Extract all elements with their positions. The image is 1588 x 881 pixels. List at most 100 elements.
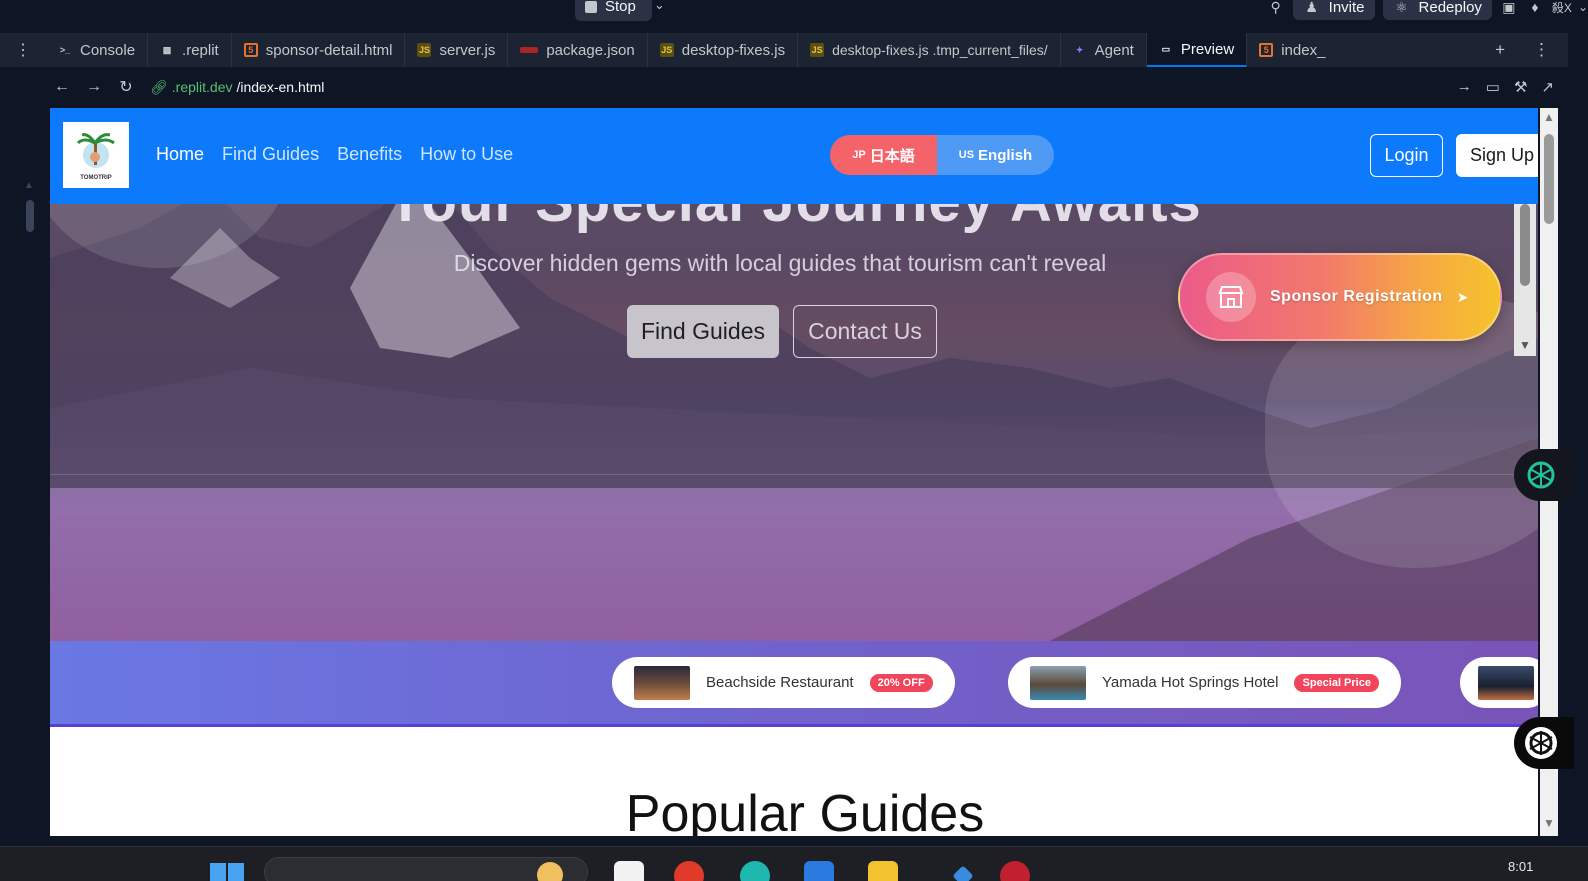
deploy-icon: ⚛ (1395, 0, 1408, 15)
stop-button[interactable]: Stop (575, 0, 652, 21)
nav-benefits[interactable]: Benefits (337, 144, 402, 165)
contact-us-button[interactable]: Contact Us (793, 305, 937, 358)
redeploy-button[interactable]: ⚛ Redeploy (1382, 0, 1492, 20)
deploy-status-icon[interactable]: ▣ (1500, 0, 1518, 16)
tab-desktop-fixes-tmp[interactable]: JS desktop-fixes.js .tmp_current_files/ (798, 33, 1061, 67)
search-icon[interactable]: ⚲ (1267, 0, 1285, 16)
taskbar-app-icon[interactable] (804, 861, 834, 881)
agent-icon: ✦ (1075, 44, 1084, 55)
assistant-floating-button[interactable] (1514, 717, 1574, 769)
reload-icon[interactable]: ↻ (110, 77, 142, 97)
scroll-up-icon[interactable]: ▲ (24, 180, 34, 191)
popular-guides-heading: Popular Guides (625, 785, 985, 836)
stop-icon (585, 0, 597, 13)
inner-scrollbar-thumb[interactable] (1520, 204, 1530, 286)
devices-icon[interactable]: ▭ (1486, 78, 1500, 96)
tab-desktop-fixes[interactable]: JS desktop-fixes.js (648, 33, 799, 67)
deal-card[interactable] (1460, 657, 1538, 708)
tabs-menu-icon[interactable]: ⋮ (0, 33, 46, 67)
js-icon: JS (810, 43, 825, 57)
deal-card[interactable]: Beachside Restaurant 20% OFF (612, 657, 955, 708)
tab-agent[interactable]: ✦ Agent (1061, 33, 1147, 67)
url-field[interactable]: 🔗︎ .replit.dev/index-en.html (150, 79, 324, 96)
stop-label: Stop (605, 0, 636, 15)
tab-server-js[interactable]: JS server.js (405, 33, 509, 67)
add-tab-icon[interactable]: + (1495, 40, 1505, 60)
chevron-down-icon: ⌄ (1577, 0, 1588, 14)
html-icon: 5 (1259, 43, 1274, 57)
windows-start-icon[interactable] (210, 863, 244, 881)
tab-replit[interactable]: ▩ .replit (148, 33, 232, 67)
signup-button[interactable]: Sign Up (1456, 134, 1538, 177)
deal-badge: Special Price (1294, 673, 1379, 692)
tab-preview[interactable]: ▭ Preview (1146, 33, 1248, 67)
monitor-icon: ▭ (1161, 43, 1171, 54)
taskbar-app-icon[interactable] (614, 861, 644, 881)
add-user-icon: ♟ (1305, 0, 1318, 15)
scroll-down-icon[interactable]: ▼ (1519, 338, 1531, 352)
go-icon[interactable]: → (1457, 78, 1472, 96)
url-path: /index-en.html (236, 79, 325, 95)
tab-console[interactable]: >_ Console (46, 33, 149, 67)
language-switcher: JP 日本語 US English (830, 135, 1054, 175)
taskbar-app-icon[interactable] (740, 861, 770, 881)
taskbar-clock: 8:01 (1508, 859, 1534, 874)
search-highlight-icon (537, 862, 563, 881)
main-nav: Home Find Guides Benefits How to Use (156, 144, 513, 165)
preview-scrollbar-thumb[interactable] (1544, 134, 1554, 224)
url-host: .replit.dev (171, 79, 233, 95)
tomotrip-logo[interactable]: TOMOTRIP (63, 122, 129, 188)
redeploy-label: Redeploy (1418, 0, 1482, 16)
deal-badge: 20% OFF (869, 673, 933, 692)
logo-text: TOMOTRIP (80, 175, 112, 181)
nav-home[interactable]: Home (156, 144, 204, 165)
store-icon (1206, 272, 1256, 322)
jp-flag: JP (852, 149, 866, 161)
tab-package-json[interactable]: package.json (508, 33, 648, 67)
folder-icon[interactable] (868, 861, 898, 881)
inner-scrollbar[interactable]: ▼ (1514, 204, 1536, 356)
back-icon[interactable]: ← (46, 78, 78, 96)
taskbar-search[interactable] (264, 857, 588, 881)
lang-japanese-button[interactable]: JP 日本語 (830, 135, 937, 175)
deal-card[interactable]: Yamada Hot Springs Hotel Special Price (1008, 657, 1401, 708)
lang-english-button[interactable]: US English (937, 135, 1054, 175)
forward-icon[interactable]: → (78, 78, 110, 96)
avatar[interactable]: 殺X ⌄ (1552, 0, 1588, 16)
more-icon[interactable]: ⋮ (1533, 40, 1550, 60)
taskbar-app-icon[interactable] (674, 861, 704, 881)
open-external-icon[interactable]: ↗ (1541, 78, 1554, 96)
nav-how-to-use[interactable]: How to Use (420, 144, 513, 165)
devtools-icon[interactable]: ⚒ (1514, 78, 1527, 96)
json-icon (520, 47, 539, 53)
hotel-thumbnail (1030, 665, 1086, 700)
workspace-header: Stop ⌄ ⚲ ♟ Invite ⚛ Redeploy ▣ ♦ 殺X ⌄ (0, 0, 1588, 22)
sponsor-label: Sponsor Registration (1270, 288, 1443, 305)
chatgpt-floating-button[interactable] (1514, 449, 1574, 501)
scroll-down-icon[interactable]: ▼ (1543, 816, 1555, 830)
preview-frame: Your Special Journey Awaits Discover hid… (50, 108, 1538, 836)
restaurant-thumbnail (634, 665, 690, 700)
scroll-up-icon[interactable]: ▲ (1543, 110, 1555, 124)
config-icon: ▩ (162, 44, 172, 55)
invite-button[interactable]: ♟ Invite (1292, 0, 1375, 20)
taskbar-app-icon[interactable] (952, 865, 974, 881)
preview-url-bar: ← → ↻ 🔗︎ .replit.dev/index-en.html → ▭ ⚒… (46, 70, 1568, 104)
sidebar-scrollbar[interactable] (26, 200, 34, 232)
deal-name: Beachside Restaurant (706, 674, 854, 691)
header-actions: ⚲ ♟ Invite ⚛ Redeploy ▣ ♦ 殺X ⌄ (1267, 0, 1588, 20)
login-button[interactable]: Login (1370, 134, 1443, 177)
deal-thumbnail (1478, 665, 1534, 700)
bell-icon[interactable]: ♦ (1526, 0, 1544, 16)
find-guides-button[interactable]: Find Guides (627, 305, 779, 358)
deal-name: Yamada Hot Springs Hotel (1102, 674, 1279, 691)
chevron-down-icon[interactable]: ⌄ (654, 0, 665, 13)
openai-icon (1525, 727, 1557, 759)
tab-sponsor-detail[interactable]: 5 sponsor-detail.html (232, 33, 406, 67)
rocket-icon: ➤ (1456, 288, 1469, 305)
invite-label: Invite (1328, 0, 1365, 16)
tab-index[interactable]: 5 index_ (1247, 33, 1337, 67)
taskbar-app-icon[interactable] (1000, 861, 1030, 881)
sponsor-registration-button[interactable]: Sponsor Registration ➤ (1178, 253, 1502, 341)
nav-find-guides[interactable]: Find Guides (222, 144, 319, 165)
